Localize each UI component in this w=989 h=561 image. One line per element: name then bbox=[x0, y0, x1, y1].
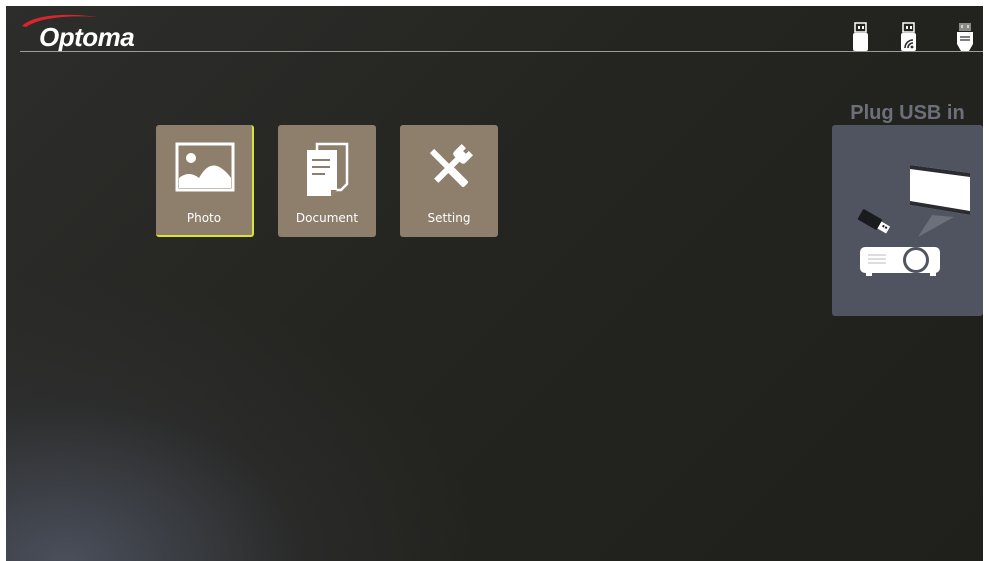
media-home-screen: Optoma Photo Document Setting Plug USB i… bbox=[6, 6, 983, 561]
setting-label: Setting bbox=[427, 211, 471, 225]
photo-tile[interactable]: Photo bbox=[156, 125, 254, 237]
document-label: Document bbox=[295, 211, 359, 225]
plug-usb-title: Plug USB in bbox=[850, 102, 965, 124]
projector-usb-illustration-icon bbox=[857, 165, 970, 276]
settings-tools-icon bbox=[429, 143, 474, 187]
usb-connector-icon[interactable] bbox=[956, 22, 974, 52]
photo-icon bbox=[175, 142, 235, 192]
brand-name: Optoma bbox=[39, 22, 135, 52]
document-tile[interactable]: Document bbox=[278, 125, 376, 237]
document-icon bbox=[307, 142, 349, 196]
optoma-logo: Optoma bbox=[20, 12, 160, 52]
usb-drive-icon[interactable] bbox=[852, 22, 870, 52]
header-divider bbox=[20, 51, 983, 52]
plug-usb-panel bbox=[832, 125, 983, 316]
setting-tile[interactable]: Setting bbox=[400, 125, 498, 237]
photo-label: Photo bbox=[186, 211, 222, 225]
wireless-usb-icon[interactable] bbox=[900, 22, 918, 52]
